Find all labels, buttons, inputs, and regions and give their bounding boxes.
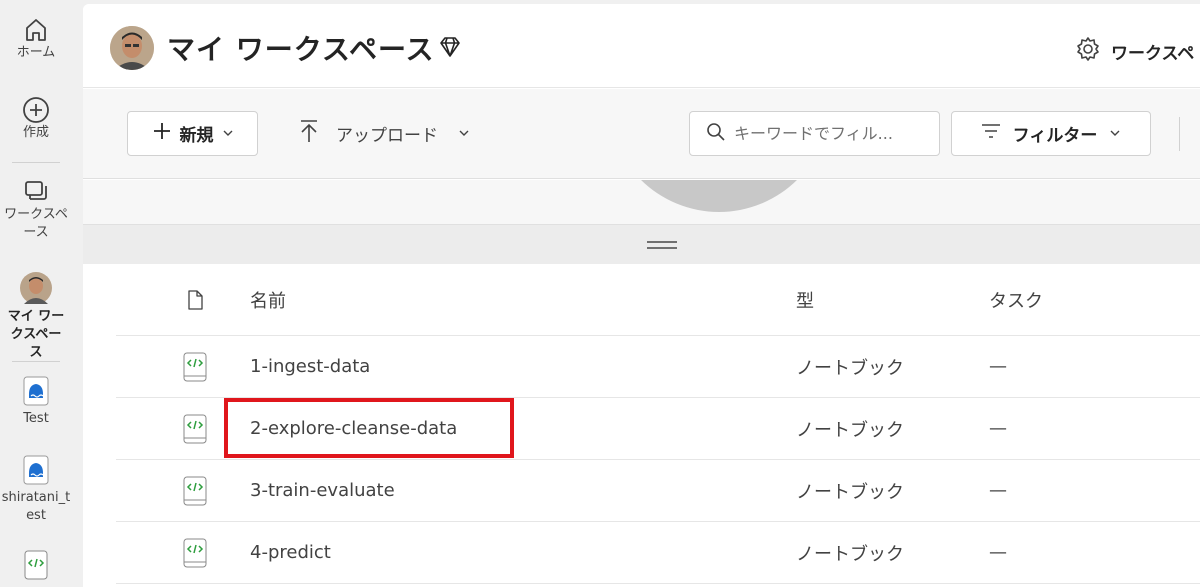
filter-button-label: フィルター	[1012, 126, 1098, 146]
filter-icon	[981, 123, 1001, 144]
notebook-icon	[180, 336, 210, 397]
rail-my-workspace-label: マイ ワークスペース	[7, 309, 65, 360]
notebook-icon	[180, 398, 210, 459]
rail-item-test[interactable]: Test	[0, 376, 72, 428]
table-row[interactable]: 3-train-evaluate ノートブック —	[116, 460, 1200, 522]
rail-divider	[12, 361, 60, 362]
rail-item-label: Test	[23, 411, 49, 426]
item-name-link[interactable]: 3-train-evaluate	[250, 460, 395, 521]
item-type: ノートブック	[796, 419, 904, 441]
new-button[interactable]: 新規	[127, 111, 258, 156]
workspace-header: マイ ワークスペース ワークスペ	[83, 4, 1200, 88]
new-button-label: 新規	[179, 126, 214, 146]
item-task: —	[989, 418, 1007, 439]
notebook-icon	[180, 460, 210, 521]
rail-workspaces[interactable]: ワークスペース	[0, 178, 72, 242]
pane-splitter[interactable]	[83, 224, 1200, 264]
illustration-circle	[608, 180, 830, 212]
item-task: —	[989, 356, 1007, 377]
table-row[interactable]: 4-predict ノートブック —	[116, 522, 1200, 584]
gear-icon	[1075, 36, 1101, 67]
item-type: ノートブック	[796, 543, 904, 565]
item-task: —	[989, 542, 1007, 563]
item-type: ノートブック	[796, 481, 904, 503]
chevron-down-icon	[458, 124, 470, 144]
plus-circle-icon	[22, 96, 50, 124]
main-panel: マイ ワークスペース ワークスペ 新規 アップロード キーワードでフィル... …	[83, 4, 1200, 587]
item-type: ノートブック	[796, 357, 904, 379]
rail-create-label: 作成	[22, 125, 49, 140]
chevron-down-icon	[1109, 124, 1121, 144]
column-header-task[interactable]: タスク	[989, 264, 1043, 335]
workspaces-icon	[22, 178, 50, 206]
column-header-name[interactable]: 名前	[250, 264, 286, 335]
search-input[interactable]	[734, 124, 934, 143]
column-header-type[interactable]: 型	[796, 264, 814, 335]
item-task: —	[989, 480, 1007, 501]
avatar	[20, 272, 52, 304]
plus-icon	[152, 121, 172, 146]
table-row[interactable]: 1-ingest-data ノートブック —	[116, 336, 1200, 398]
rail-item-shiratani-test[interactable]: shiratani_test	[0, 455, 72, 525]
file-type-icon[interactable]	[180, 264, 210, 335]
highlight-annotation-box	[224, 398, 514, 458]
upload-arrow-icon	[298, 119, 320, 148]
rail-divider	[12, 162, 60, 163]
rail-item-notebook[interactable]	[0, 550, 72, 580]
home-icon	[22, 16, 50, 44]
left-rail: ホーム 作成 ワークスペース マイ ワークスペース Test shiratani…	[0, 0, 72, 587]
lineage-preview	[83, 180, 1200, 224]
table-header-row: 名前 型 タスク	[116, 264, 1200, 336]
rail-workspaces-label: ワークスペース	[4, 207, 68, 240]
search-box	[689, 111, 940, 156]
notebook-icon	[180, 522, 210, 583]
chevron-down-icon	[222, 124, 234, 144]
rail-home[interactable]: ホーム	[0, 16, 72, 62]
avatar	[110, 26, 154, 70]
premium-diamond-icon	[438, 36, 462, 62]
lakehouse-icon	[22, 455, 50, 485]
workspace-settings-button[interactable]: ワークスペ	[1075, 36, 1194, 67]
lakehouse-icon	[22, 376, 50, 406]
toolbar: 新規 アップロード フィルター	[83, 89, 1200, 179]
toolbar-divider	[1179, 117, 1180, 151]
drag-handle-icon[interactable]	[646, 240, 677, 249]
rail-create[interactable]: 作成	[0, 96, 72, 142]
rail-item-label: shiratani_test	[1, 490, 71, 523]
upload-button[interactable]: アップロード	[298, 111, 470, 156]
rail-home-label: ホーム	[16, 45, 56, 60]
rail-my-workspace[interactable]: マイ ワークスペース	[0, 272, 72, 362]
item-name-link[interactable]: 4-predict	[250, 522, 331, 583]
page-title: マイ ワークスペース	[167, 33, 435, 66]
filter-button[interactable]: フィルター	[951, 111, 1151, 156]
search-icon	[706, 122, 726, 146]
notebook-icon	[22, 550, 50, 580]
item-name-link[interactable]: 1-ingest-data	[250, 336, 370, 397]
settings-label: ワークスペ	[1111, 44, 1195, 64]
upload-button-label: アップロード	[336, 126, 438, 146]
